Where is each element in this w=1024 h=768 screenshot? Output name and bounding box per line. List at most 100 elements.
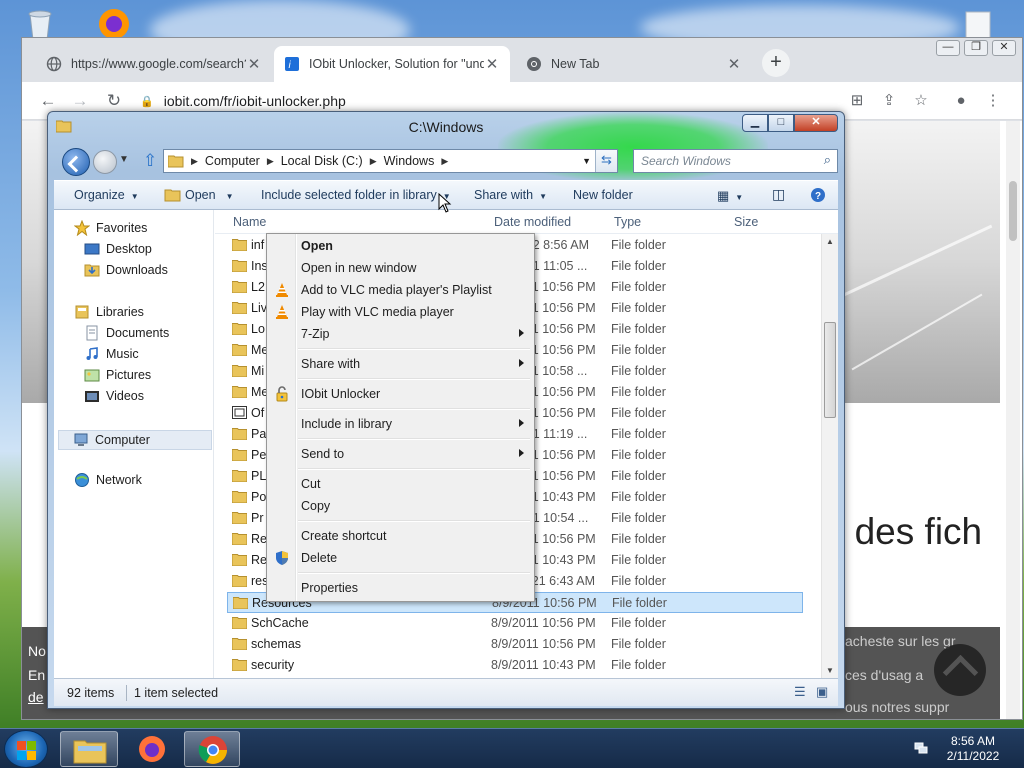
breadcrumb-local-disk[interactable]: Local Disk (C:) <box>281 154 363 168</box>
nav-computer[interactable]: Computer <box>58 430 212 450</box>
scroll-down-arrow-icon[interactable]: ▼ <box>826 666 834 675</box>
nav-libraries[interactable]: Libraries <box>74 304 144 320</box>
details-view-icon[interactable]: ☰ <box>794 684 806 700</box>
file-type: File folder <box>611 511 666 525</box>
menu-item-vlc-playlist[interactable]: Add to VLC media player's Playlist <box>269 279 532 301</box>
chevron-right-icon[interactable]: ▶ <box>191 156 198 167</box>
menu-item-properties[interactable]: Properties <box>269 577 532 599</box>
open-folder-icon <box>164 189 181 202</box>
tab-iobit[interactable]: i IObit Unlocker, Solution for "und ✕ <box>274 46 510 82</box>
close-icon[interactable]: ✕ <box>794 114 838 132</box>
firefox-desktop-icon[interactable] <box>94 2 134 42</box>
close-tab-icon[interactable]: ✕ <box>484 55 500 73</box>
nav-documents[interactable]: Documents <box>84 325 169 341</box>
large-icons-view-icon[interactable]: ▣ <box>816 684 828 700</box>
menu-item-iobit-unlocker[interactable]: IObit Unlocker <box>269 383 532 405</box>
address-bar[interactable]: ▶ Computer ▶ Local Disk (C:) ▶ Windows ▶… <box>163 149 618 173</box>
scroll-to-top-button[interactable] <box>934 644 986 696</box>
organize-button[interactable]: Organize ▼ <box>74 188 139 202</box>
chevron-right-icon[interactable]: ▶ <box>267 156 274 167</box>
column-name[interactable]: Name <box>233 215 266 229</box>
menu-item-send-to[interactable]: Send to <box>269 443 532 465</box>
menu-item-create-shortcut[interactable]: Create shortcut <box>269 525 532 547</box>
file-explorer-icon <box>73 740 107 764</box>
tab-google-search[interactable]: https://www.google.com/search? ✕ <box>36 46 272 82</box>
forward-icon[interactable] <box>93 150 117 174</box>
translate-icon[interactable]: ⊞ <box>846 91 868 113</box>
menu-item-open-new-window[interactable]: Open in new window <box>269 257 532 279</box>
close-tab-icon[interactable]: ✕ <box>246 55 262 73</box>
scroll-up-arrow-icon[interactable]: ▲ <box>826 237 834 246</box>
file-row[interactable]: SchCache 8/9/2011 10:56 PM File folder <box>227 613 803 634</box>
menu-item-copy[interactable]: Copy <box>269 495 532 517</box>
search-icon[interactable]: ⌕ <box>824 152 831 168</box>
cookie-link[interactable]: de <box>28 689 44 705</box>
special-folder-icon <box>232 406 247 419</box>
column-type[interactable]: Type <box>614 215 641 229</box>
view-options-icon[interactable]: ▦ ▼ <box>717 188 743 204</box>
network-tray-icon[interactable] <box>914 741 928 755</box>
nav-network[interactable]: Network <box>74 472 142 488</box>
menu-item-open[interactable]: Open <box>269 235 532 257</box>
taskbar-chrome[interactable] <box>184 731 240 767</box>
file-row[interactable]: security 8/9/2011 10:43 PM File folder <box>227 655 803 676</box>
up-arrow-icon[interactable]: ⇧ <box>143 152 159 170</box>
profile-avatar-icon[interactable]: ● <box>950 91 972 113</box>
help-icon[interactable]: ? <box>810 187 826 206</box>
new-folder-button[interactable]: New folder <box>573 188 633 202</box>
breadcrumb-computer[interactable]: Computer <box>205 154 260 168</box>
scrollbar-thumb[interactable] <box>824 322 836 418</box>
menu-item-delete[interactable]: Delete <box>269 547 532 569</box>
new-tab-button[interactable]: + <box>762 49 790 77</box>
chevron-right-icon[interactable]: ▶ <box>370 156 377 167</box>
open-button[interactable]: Open ▼ <box>185 188 234 202</box>
menu-label: Share with <box>301 357 361 371</box>
taskbar-clock[interactable]: 8:56 AM 2/11/2022 <box>940 734 1006 764</box>
taskbar-explorer[interactable] <box>60 731 118 767</box>
nav-favorites[interactable]: Favorites <box>73 219 147 237</box>
maximize-icon[interactable]: □ <box>768 114 794 132</box>
menu-item-7zip[interactable]: 7-Zip <box>269 323 532 345</box>
nav-music[interactable]: Music <box>84 346 139 362</box>
bookmark-star-icon[interactable]: ☆ <box>910 91 932 113</box>
preview-pane-icon[interactable]: ◫ <box>772 186 785 203</box>
file-row[interactable]: schemas 8/9/2011 10:56 PM File folder <box>227 634 803 655</box>
maximize-icon[interactable]: ❐ <box>964 40 988 56</box>
scrollbar-thumb[interactable] <box>1009 181 1017 241</box>
include-in-library-button[interactable]: Include selected folder in library ▼ <box>261 188 451 202</box>
lock-icon[interactable]: 🔒 <box>140 95 154 108</box>
chevron-right-icon[interactable]: ▶ <box>441 156 448 167</box>
column-size[interactable]: Size <box>734 215 758 229</box>
close-icon[interactable]: ✕ <box>992 40 1016 56</box>
nav-downloads[interactable]: Downloads <box>84 262 168 278</box>
minimize-icon[interactable]: — <box>936 40 960 56</box>
minimize-icon[interactable]: ▁ <box>742 114 768 132</box>
nav-videos[interactable]: Videos <box>84 388 144 404</box>
menu-item-share-with[interactable]: Share with <box>269 353 532 375</box>
menu-item-include-in-library[interactable]: Include in library <box>269 413 532 435</box>
menu-kebab-icon[interactable]: ⋮ <box>982 91 1004 113</box>
recent-pages-icon[interactable]: ▼ <box>119 154 129 165</box>
start-button[interactable] <box>4 730 48 768</box>
chevron-down-icon: ▼ <box>130 192 139 201</box>
file-list-scrollbar[interactable]: ▲ ▼ <box>821 234 838 678</box>
tab-new-tab[interactable]: New Tab ✕ <box>516 46 752 82</box>
breadcrumb-windows[interactable]: Windows <box>384 154 435 168</box>
menu-item-cut[interactable]: Cut <box>269 473 532 495</box>
search-input[interactable]: Search Windows ⌕ <box>633 149 838 173</box>
back-icon[interactable] <box>62 148 90 176</box>
taskbar-firefox[interactable] <box>124 731 180 767</box>
share-with-button[interactable]: Share with ▼ <box>474 188 547 202</box>
column-date-modified[interactable]: Date modified <box>494 215 571 229</box>
address-dropdown-icon[interactable]: ▼ <box>582 156 591 166</box>
file-name: Po <box>251 490 267 504</box>
refresh-icon[interactable]: ⇆ <box>595 150 617 172</box>
share-icon[interactable]: ⇪ <box>878 91 900 113</box>
firefox-icon <box>139 736 165 762</box>
file-name: Liv <box>251 301 267 315</box>
page-scrollbar[interactable] <box>1006 121 1020 719</box>
close-tab-icon[interactable]: ✕ <box>726 55 742 73</box>
nav-pictures[interactable]: Pictures <box>84 367 151 383</box>
nav-desktop[interactable]: Desktop <box>84 241 152 257</box>
menu-item-vlc-play[interactable]: Play with VLC media player <box>269 301 532 323</box>
